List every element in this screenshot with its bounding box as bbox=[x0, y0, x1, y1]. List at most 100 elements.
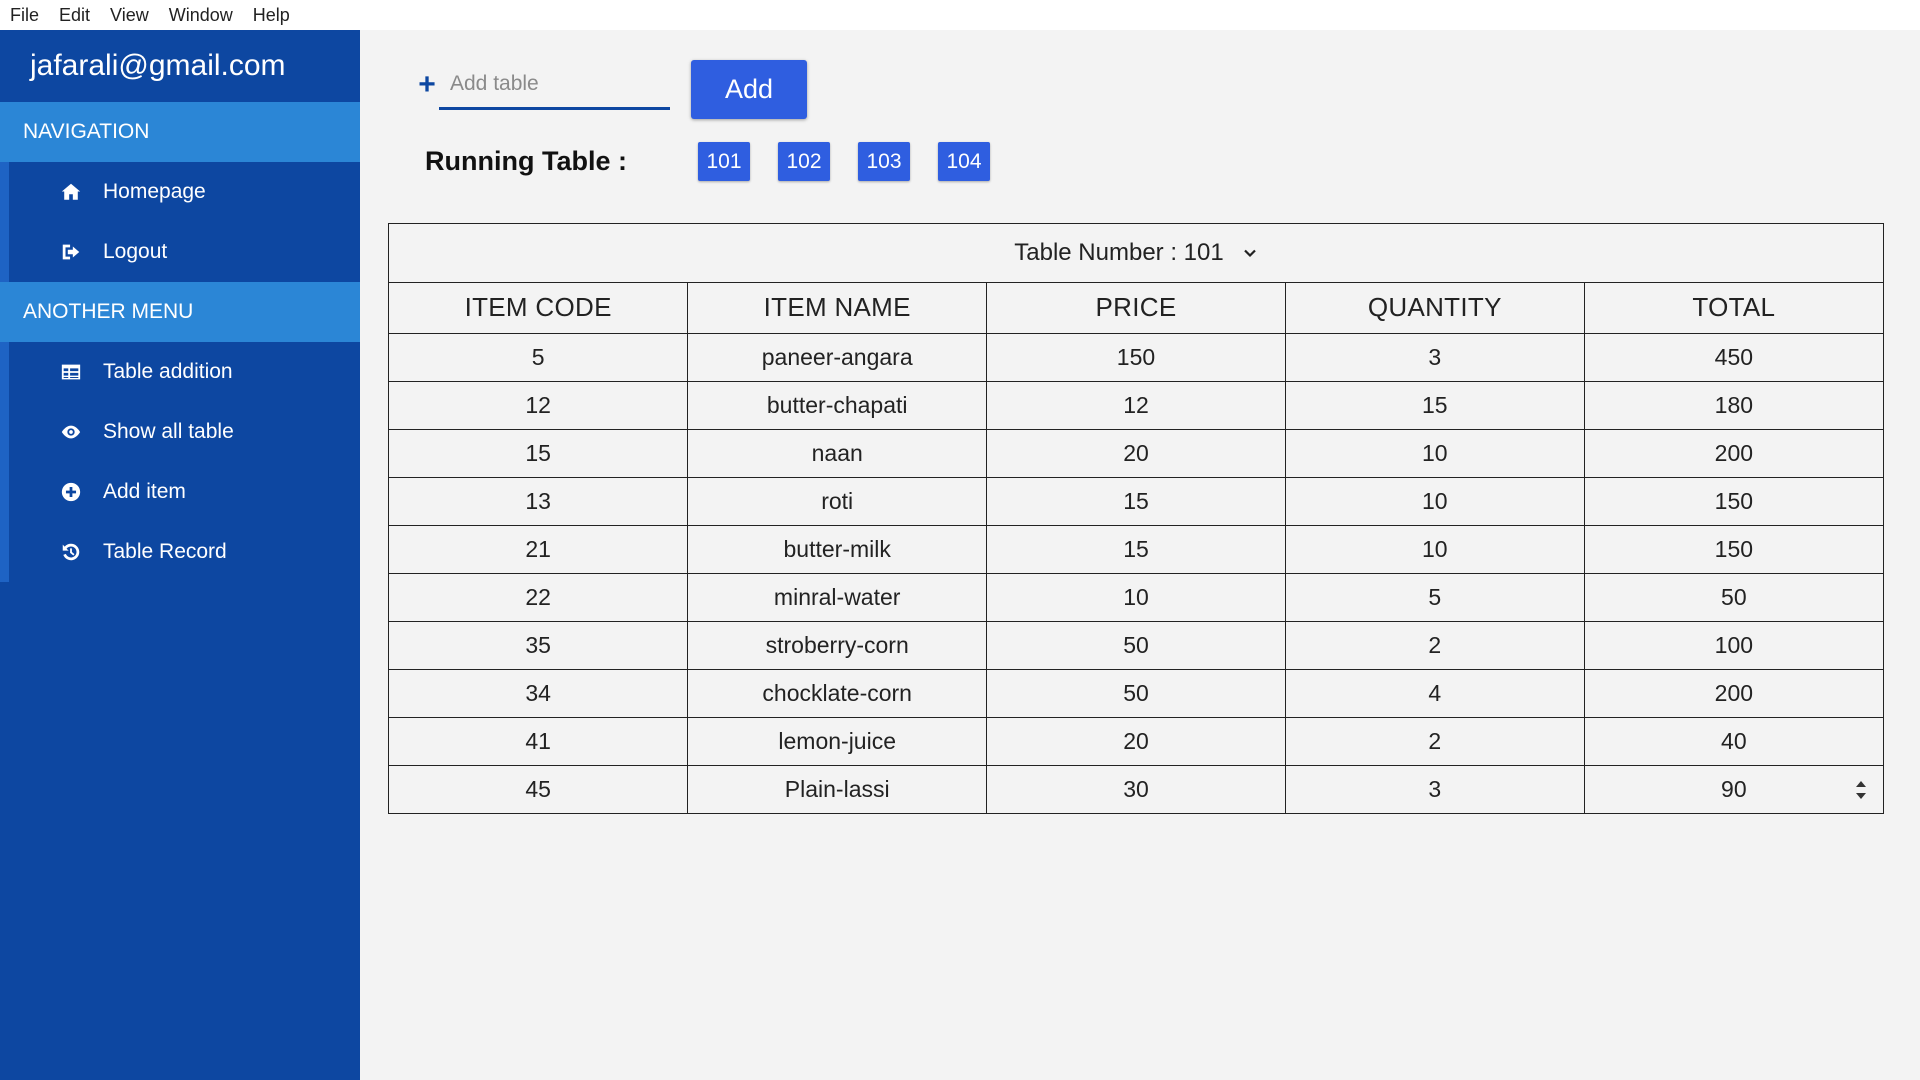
cell-total: 200 bbox=[1583, 668, 1883, 718]
table-row[interactable]: 21 butter-milk 15 10 150 bbox=[389, 524, 1883, 574]
sidebar-item-label: Table Record bbox=[103, 540, 227, 563]
navigation-section: Homepage Logout bbox=[0, 162, 360, 282]
cell-price: 12 bbox=[986, 380, 1286, 430]
column-header-price[interactable]: PRICE bbox=[986, 283, 1286, 334]
column-header-quantity[interactable]: QUANTITY bbox=[1284, 283, 1585, 334]
menu-window[interactable]: Window bbox=[169, 5, 233, 26]
cell-item-code: 35 bbox=[389, 620, 689, 670]
cell-item-name: naan bbox=[687, 428, 988, 478]
add-table-input[interactable] bbox=[439, 60, 670, 107]
table-header-row: ITEM CODE ITEM NAME PRICE QUANTITY TOTAL bbox=[389, 283, 1883, 334]
cell-item-name: stroberry-corn bbox=[687, 620, 988, 670]
running-table-chip-102[interactable]: 102 bbox=[778, 142, 830, 181]
cell-item-name: minral-water bbox=[687, 572, 988, 622]
another-menu-section: Table addition Show all table Add item T… bbox=[0, 342, 360, 582]
cell-item-name: Plain-lassi bbox=[687, 764, 988, 813]
table-row[interactable]: 35 stroberry-corn 50 2 100 bbox=[389, 620, 1883, 670]
main-content: + Add Running Table : 101 102 103 104 Ta… bbox=[360, 30, 1920, 1080]
cell-total: 150 bbox=[1583, 476, 1883, 526]
section-header-another-menu: ANOTHER MENU bbox=[0, 282, 360, 342]
table-row[interactable]: 12 butter-chapati 12 15 180 bbox=[389, 380, 1883, 430]
sidebar-item-table-record[interactable]: Table Record bbox=[9, 522, 360, 582]
sidebar-item-label: Table addition bbox=[103, 360, 233, 383]
add-table-row: + Add bbox=[416, 60, 807, 119]
sidebar-item-logout[interactable]: Logout bbox=[9, 222, 360, 282]
running-table-chip-103[interactable]: 103 bbox=[858, 142, 910, 181]
running-table-chip-101[interactable]: 101 bbox=[698, 142, 750, 181]
table-icon bbox=[59, 360, 83, 384]
logout-icon bbox=[59, 240, 83, 264]
cell-quantity: 10 bbox=[1284, 476, 1585, 526]
table-number-selector[interactable]: Table Number : 101 bbox=[389, 224, 1883, 283]
add-table-input-wrap bbox=[439, 60, 670, 110]
plus-icon: + bbox=[418, 68, 436, 101]
column-header-item-code[interactable]: ITEM CODE bbox=[389, 283, 689, 334]
running-tables-row: Running Table : 101 102 103 104 bbox=[425, 142, 1018, 181]
cell-total-editable[interactable]: 90 bbox=[1583, 764, 1883, 813]
cell-price: 20 bbox=[986, 428, 1286, 478]
cell-item-name: lemon-juice bbox=[687, 716, 988, 766]
chevron-down-icon bbox=[1242, 245, 1258, 261]
table-row[interactable]: 34 chocklate-corn 50 4 200 bbox=[389, 668, 1883, 718]
cell-item-code: 5 bbox=[389, 332, 689, 382]
menu-bar: File Edit View Window Help bbox=[0, 0, 1920, 30]
cell-quantity: 10 bbox=[1284, 524, 1585, 574]
cell-quantity: 15 bbox=[1284, 380, 1585, 430]
cell-total: 50 bbox=[1583, 572, 1883, 622]
eye-icon bbox=[59, 420, 83, 444]
cell-quantity: 2 bbox=[1284, 620, 1585, 670]
menu-file[interactable]: File bbox=[10, 5, 39, 26]
cell-total-value: 90 bbox=[1721, 775, 1747, 802]
sidebar-item-label: Logout bbox=[103, 240, 168, 263]
sidebar-item-table-addition[interactable]: Table addition bbox=[9, 342, 360, 402]
column-header-item-name[interactable]: ITEM NAME bbox=[687, 283, 988, 334]
cell-price: 15 bbox=[986, 476, 1286, 526]
cell-quantity: 10 bbox=[1284, 428, 1585, 478]
plus-circle-icon bbox=[59, 480, 83, 504]
spinner-arrows-icon[interactable] bbox=[1855, 779, 1867, 801]
menu-view[interactable]: View bbox=[110, 5, 149, 26]
cell-total: 200 bbox=[1583, 428, 1883, 478]
menu-edit[interactable]: Edit bbox=[59, 5, 90, 26]
account-email: jafarali@gmail.com bbox=[30, 49, 286, 82]
cell-price: 10 bbox=[986, 572, 1286, 622]
cell-quantity: 4 bbox=[1284, 668, 1585, 718]
sidebar-item-show-all-table[interactable]: Show all table bbox=[9, 402, 360, 462]
menu-help[interactable]: Help bbox=[253, 5, 290, 26]
order-table: Table Number : 101 ITEM CODE ITEM NAME P… bbox=[388, 223, 1884, 814]
sidebar-item-homepage[interactable]: Homepage bbox=[9, 162, 360, 222]
cell-item-code: 12 bbox=[389, 380, 689, 430]
sidebar-item-add-item[interactable]: Add item bbox=[9, 462, 360, 522]
column-header-total[interactable]: TOTAL bbox=[1583, 283, 1883, 334]
add-button[interactable]: Add bbox=[691, 60, 807, 119]
cell-total: 180 bbox=[1583, 380, 1883, 430]
cell-item-code: 22 bbox=[389, 572, 689, 622]
cell-item-name: paneer-angara bbox=[687, 332, 988, 382]
cell-item-code: 21 bbox=[389, 524, 689, 574]
cell-item-name: butter-chapati bbox=[687, 380, 988, 430]
running-table-label: Running Table : bbox=[425, 146, 627, 176]
table-row[interactable]: 22 minral-water 10 5 50 bbox=[389, 572, 1883, 622]
table-row[interactable]: 41 lemon-juice 20 2 40 bbox=[389, 716, 1883, 766]
cell-quantity: 3 bbox=[1284, 332, 1585, 382]
home-icon bbox=[59, 180, 83, 204]
history-icon bbox=[59, 540, 83, 564]
cell-price: 50 bbox=[986, 668, 1286, 718]
table-row[interactable]: 45 Plain-lassi 30 3 90 bbox=[389, 764, 1883, 813]
cell-price: 20 bbox=[986, 716, 1286, 766]
add-table-field: + bbox=[416, 60, 670, 110]
section-header-navigation: NAVIGATION bbox=[0, 102, 360, 162]
sidebar-item-label: Homepage bbox=[103, 180, 206, 203]
running-table-chip-104[interactable]: 104 bbox=[938, 142, 990, 181]
cell-price: 15 bbox=[986, 524, 1286, 574]
cell-item-name: chocklate-corn bbox=[687, 668, 988, 718]
table-row[interactable]: 15 naan 20 10 200 bbox=[389, 428, 1883, 478]
cell-quantity: 2 bbox=[1284, 716, 1585, 766]
cell-item-name: roti bbox=[687, 476, 988, 526]
cell-item-code: 13 bbox=[389, 476, 689, 526]
table-row[interactable]: 13 roti 15 10 150 bbox=[389, 476, 1883, 526]
table-row[interactable]: 5 paneer-angara 150 3 450 bbox=[389, 332, 1883, 382]
cell-item-code: 34 bbox=[389, 668, 689, 718]
cell-total: 100 bbox=[1583, 620, 1883, 670]
cell-total: 40 bbox=[1583, 716, 1883, 766]
